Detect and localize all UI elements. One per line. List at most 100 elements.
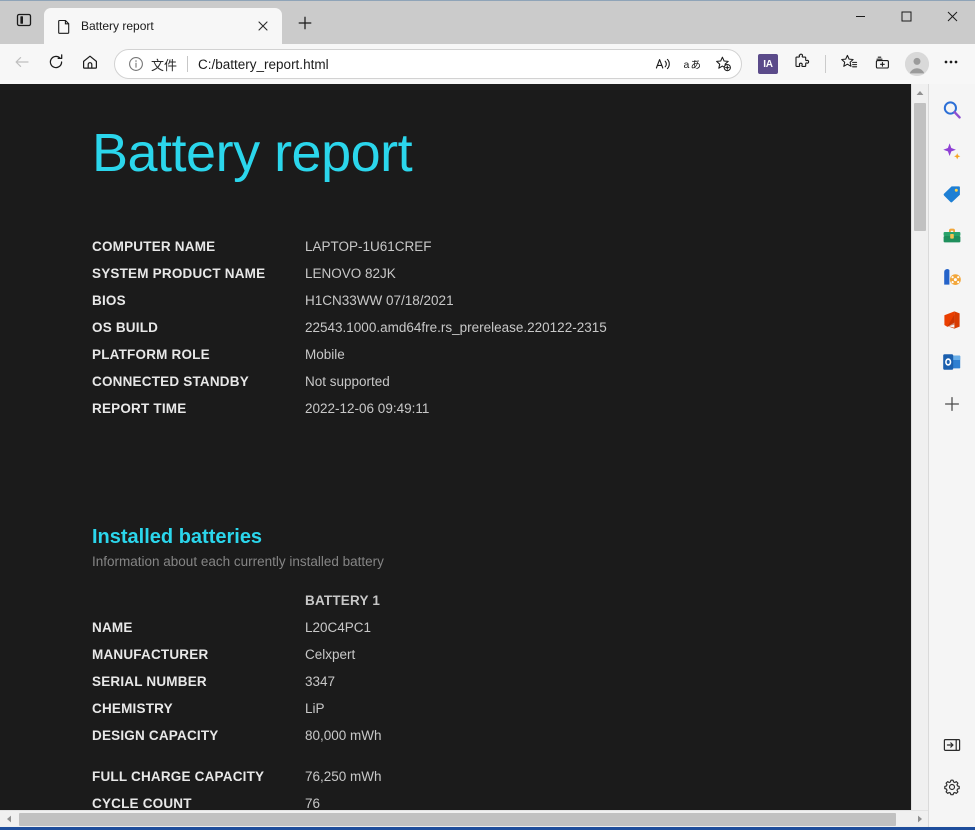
read-aloud-button[interactable] <box>649 51 677 77</box>
gear-icon <box>942 777 962 802</box>
sidebar-item-outlook[interactable] <box>936 348 968 380</box>
svg-text:a: a <box>684 59 690 71</box>
avatar <box>905 52 929 76</box>
sidebar-item-office[interactable] <box>936 306 968 338</box>
row-value: 76,250 mWh <box>305 769 382 785</box>
browser-window: Battery report 文件 C:/battery_report.html… <box>0 0 975 830</box>
tab-strip: Battery report <box>0 0 975 44</box>
table-row: REPORT TIME 2022-12-06 09:49:11 <box>92 401 607 428</box>
row-value: 22543.1000.amd64fre.rs_prerelease.220122… <box>305 320 607 336</box>
row-value: Celxpert <box>305 647 356 663</box>
sidebar-item-shopping[interactable] <box>936 180 968 212</box>
tab-actions-icon <box>16 12 32 33</box>
address-bar[interactable]: 文件 C:/battery_report.html a あ <box>114 49 742 79</box>
refresh-button[interactable] <box>40 48 72 80</box>
row-label: REPORT TIME <box>92 401 187 417</box>
installed-batteries-section: Installed batteries Information about ea… <box>92 526 911 810</box>
row-value: LAPTOP-1U61CREF <box>305 239 432 255</box>
profile-button[interactable] <box>901 48 933 80</box>
translate-button[interactable]: a あ <box>679 51 707 77</box>
sidebar-item-add[interactable] <box>936 390 968 422</box>
tab-actions-menu-button[interactable] <box>4 4 44 40</box>
battery-column-header: BATTERY 1 <box>305 593 381 609</box>
home-icon <box>81 53 99 76</box>
document-icon <box>56 18 72 34</box>
table-row: NAME L20C4PC1 <box>92 620 382 647</box>
games-icon <box>941 267 963 294</box>
row-value: 80,000 mWh <box>305 728 382 744</box>
tab-title: Battery report <box>81 19 154 33</box>
row-value: Not supported <box>305 374 390 390</box>
table-row: BIOS H1CN33WW 07/18/2021 <box>92 293 607 320</box>
vertical-scroll-thumb[interactable] <box>914 103 926 231</box>
sidebar-item-expand[interactable] <box>936 731 968 763</box>
row-label: CYCLE COUNT <box>92 796 192 810</box>
horizontal-scroll-track[interactable] <box>17 811 911 828</box>
scroll-left-arrow[interactable] <box>0 811 17 828</box>
table-row: FULL CHARGE CAPACITY 76,250 mWh <box>92 769 382 796</box>
sidebar-item-search[interactable] <box>936 96 968 128</box>
row-label: FULL CHARGE CAPACITY <box>92 769 265 785</box>
row-label: DESIGN CAPACITY <box>92 728 219 744</box>
discover-sparkle-icon <box>941 141 963 168</box>
plus-icon <box>297 15 313 36</box>
horizontal-scroll-thumb[interactable] <box>19 812 896 826</box>
row-label: PLATFORM ROLE <box>92 347 210 363</box>
page-viewport: Battery report COMPUTER NAME LAPTOP-1U61… <box>0 84 928 827</box>
browser-toolbar: 文件 C:/battery_report.html a あ IA <box>0 44 975 84</box>
scroll-up-arrow[interactable] <box>912 84 928 101</box>
ia-extension-button[interactable]: IA <box>752 48 784 80</box>
collections-button[interactable] <box>867 48 899 80</box>
add-favorite-button[interactable] <box>709 51 737 77</box>
search-icon <box>941 99 963 126</box>
row-value: Mobile <box>305 347 345 363</box>
expand-sidebar-icon <box>942 735 962 760</box>
sidebar-item-settings[interactable] <box>936 773 968 805</box>
row-label: COMPUTER NAME <box>92 239 216 255</box>
row-value: LENOVO 82JK <box>305 266 396 282</box>
sidebar-item-discover[interactable] <box>936 138 968 170</box>
toolbar-divider <box>825 55 826 73</box>
back-button[interactable] <box>6 48 38 80</box>
office-icon <box>941 309 963 336</box>
back-arrow-icon <box>13 53 31 76</box>
refresh-icon <box>47 53 65 76</box>
favorites-button[interactable] <box>833 48 865 80</box>
web-page-content: Battery report COMPUTER NAME LAPTOP-1U61… <box>0 84 911 810</box>
row-value: 3347 <box>305 674 336 690</box>
edge-sidebar <box>928 84 975 827</box>
system-info-table: COMPUTER NAME LAPTOP-1U61CREF SYSTEM PRO… <box>92 239 607 428</box>
address-scheme-label: 文件 <box>151 57 178 73</box>
row-label: CHEMISTRY <box>92 701 173 717</box>
row-label: CONNECTED STANDBY <box>92 374 249 390</box>
close-window-button[interactable] <box>929 0 975 32</box>
address-bar-actions: a あ <box>649 51 737 77</box>
new-tab-button[interactable] <box>288 8 322 42</box>
battery-details-table: BATTERY 1 NAME L20C4PC1 MANUFACTURER Cel… <box>92 593 382 810</box>
scroll-right-arrow[interactable] <box>911 811 928 828</box>
address-url-text[interactable]: C:/battery_report.html <box>198 57 649 72</box>
sidebar-bottom-actions <box>936 731 968 827</box>
tab-battery-report[interactable]: Battery report <box>44 8 282 44</box>
horizontal-scrollbar[interactable] <box>0 810 928 827</box>
minimize-button[interactable] <box>837 0 883 32</box>
close-tab-button[interactable] <box>252 15 274 37</box>
home-button[interactable] <box>74 48 106 80</box>
table-row: PLATFORM ROLE Mobile <box>92 347 607 374</box>
shopping-tag-icon <box>941 183 963 210</box>
sidebar-item-games[interactable] <box>936 264 968 296</box>
info-icon[interactable] <box>127 56 144 73</box>
maximize-button[interactable] <box>883 0 929 32</box>
table-row: OS BUILD 22543.1000.amd64fre.rs_prerelea… <box>92 320 607 347</box>
table-row: COMPUTER NAME LAPTOP-1U61CREF <box>92 239 607 266</box>
sidebar-item-tools[interactable] <box>936 222 968 254</box>
row-label: SERIAL NUMBER <box>92 674 207 690</box>
page-scroll-row: Battery report COMPUTER NAME LAPTOP-1U61… <box>0 84 928 810</box>
settings-and-more-button[interactable] <box>935 48 967 80</box>
add-icon <box>943 395 961 418</box>
more-horizontal-icon <box>942 53 960 76</box>
svg-text:あ: あ <box>691 59 702 71</box>
vertical-scroll-track[interactable] <box>912 101 928 810</box>
extensions-button[interactable] <box>786 48 818 80</box>
vertical-scrollbar[interactable] <box>911 84 928 810</box>
